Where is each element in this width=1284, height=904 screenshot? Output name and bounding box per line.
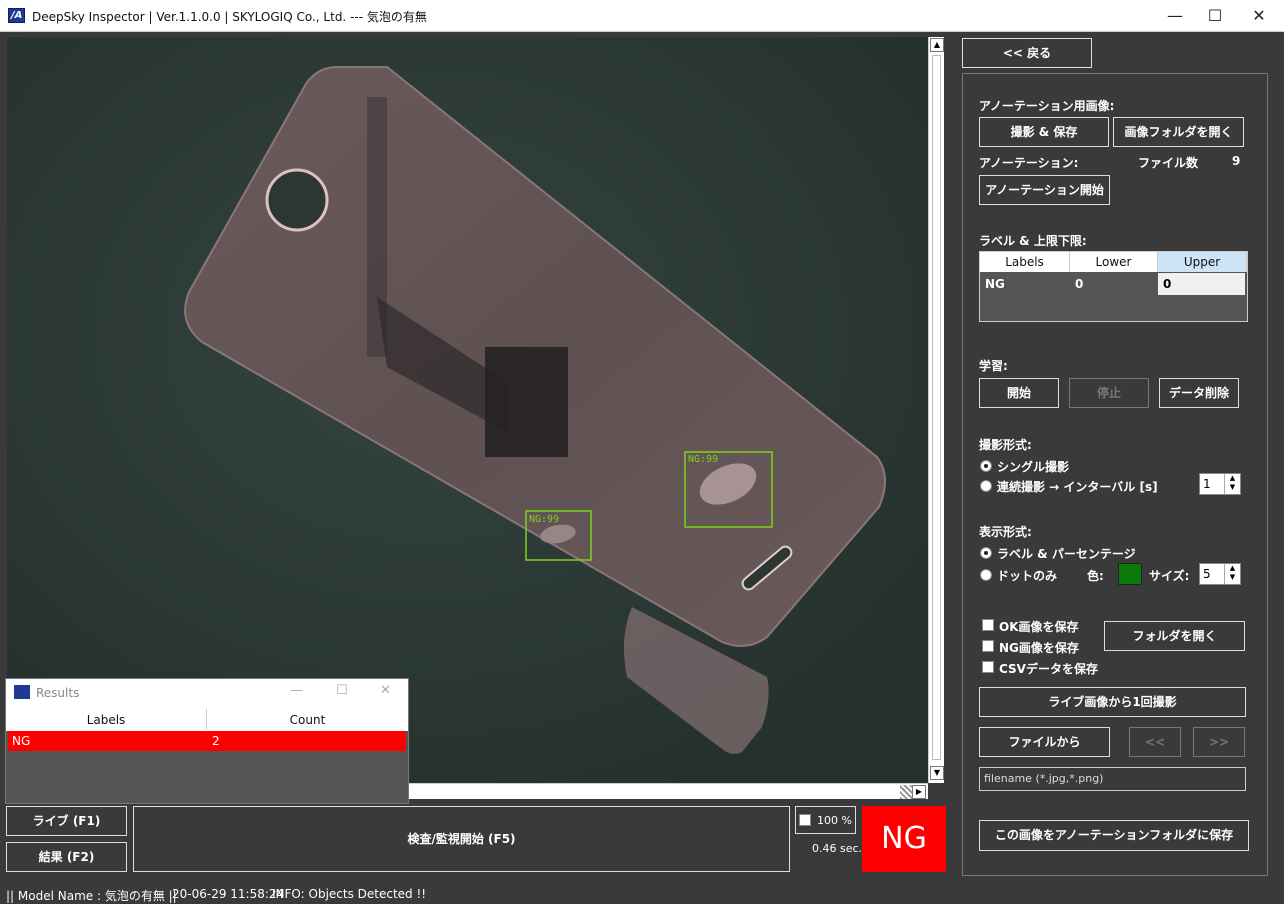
training-heading: 学習: — [979, 359, 1008, 373]
display-mode-heading: 表示形式: — [979, 525, 1032, 539]
live-button[interactable]: ライブ (F1) — [6, 806, 127, 836]
app-logo-icon — [14, 685, 30, 699]
inspection-image: NG:99 NG:99 — [7, 37, 928, 783]
annotation-heading: アノーテーション: — [979, 156, 1079, 170]
capture-save-button[interactable]: 撮影 & 保存 — [979, 117, 1109, 147]
from-file-button[interactable]: ファイルから — [979, 727, 1110, 757]
column-header-count: Count — [289, 713, 326, 727]
grid-header-lower: Lower — [1070, 252, 1158, 272]
status-info: INFO: Objects Detected !! — [272, 887, 427, 901]
save-ok-checkbox[interactable] — [982, 619, 994, 631]
row-count: 2 — [212, 734, 220, 748]
dot-color-swatch[interactable] — [1118, 563, 1142, 585]
stepper-arrows-icon[interactable]: ▲ ▼ — [1224, 474, 1240, 494]
file-count-label: ファイル数 — [1138, 156, 1199, 170]
training-stop-button[interactable]: 停止 — [1069, 378, 1149, 408]
grid-header-upper: Upper — [1158, 252, 1247, 272]
inspection-time: 0.46 sec. — [812, 842, 863, 855]
dot-only-radio[interactable] — [980, 569, 992, 581]
camera-hole — [265, 168, 329, 232]
maximize-icon[interactable]: ☐ — [1192, 0, 1238, 32]
scroll-track[interactable] — [932, 55, 941, 760]
label-limits-heading: ラベル & 上限下限: — [979, 234, 1087, 248]
open-folder-button[interactable]: フォルダを開く — [1104, 621, 1245, 651]
status-model-name: || Model Name : 気泡の有無 || — [6, 889, 177, 903]
annotation-image-heading: アノーテーション用画像: — [979, 99, 1115, 113]
zoom-box: 100 % — [795, 806, 856, 834]
filename-field[interactable]: filename (*.jpg,*.png) — [979, 767, 1246, 791]
zoom-label: 100 % — [817, 814, 852, 827]
size-label: サイズ: — [1149, 569, 1190, 583]
status-bar: || Model Name : 気泡の有無 || 20-06-29 11:58:… — [0, 882, 1284, 904]
annotation-start-button[interactable]: アノーテーション開始 — [979, 175, 1110, 205]
verdict-indicator: NG — [862, 806, 946, 872]
interval-stepper[interactable]: 1 ▲ ▼ — [1199, 473, 1241, 495]
capture-mode-heading: 撮影形式: — [979, 438, 1032, 452]
single-capture-label: シングル撮影 — [997, 460, 1070, 474]
file-count-value: 9 — [1232, 154, 1241, 168]
image-viewer[interactable]: NG:99 NG:99 — [7, 37, 928, 783]
results-title-bar: Results — ☐ ✕ — [6, 679, 408, 707]
row-label: NG — [12, 734, 31, 748]
live-capture-button[interactable]: ライブ画像から1回撮影 — [979, 687, 1246, 717]
detection-label: NG:99 — [688, 454, 718, 465]
save-to-annotation-button[interactable]: この画像をアノーテーションフォルダに保存 — [979, 820, 1249, 851]
save-ng-label: NG画像を保存 — [999, 641, 1079, 655]
maximize-icon[interactable]: ☐ — [336, 683, 348, 698]
color-label: 色: — [1087, 569, 1104, 583]
continuous-capture-radio[interactable] — [980, 480, 992, 492]
save-ok-label: OK画像を保存 — [999, 620, 1079, 634]
label-percentage-label: ラベル & パーセンテージ — [997, 547, 1136, 561]
close-icon[interactable]: ✕ — [1236, 0, 1282, 32]
grid-header-labels: Labels — [980, 252, 1070, 272]
window-title: DeepSky Inspector | Ver.1.1.0.0 | SKYLOG… — [32, 10, 427, 24]
grid-cell-upper[interactable]: 0 — [1158, 273, 1245, 295]
single-capture-radio[interactable] — [980, 460, 992, 472]
inspect-start-button[interactable]: 検査/監視開始 (F5) — [133, 806, 790, 872]
prev-image-button[interactable]: << — [1129, 727, 1181, 757]
label-percentage-radio[interactable] — [980, 547, 992, 559]
size-stepper[interactable]: 5 ▲ ▼ — [1199, 563, 1241, 585]
title-bar: /A DeepSky Inspector | Ver.1.1.0.0 | SKY… — [0, 0, 1284, 32]
status-timestamp: 20-06-29 11:58:24 — [172, 887, 285, 901]
back-button[interactable]: << 戻る — [962, 38, 1092, 68]
dot-only-label: ドットのみ — [997, 569, 1058, 583]
scroll-up-icon[interactable]: ▲ — [930, 38, 944, 52]
continuous-capture-label: 連続撮影 → インターバル [s] — [997, 480, 1158, 494]
training-start-button[interactable]: 開始 — [979, 378, 1059, 408]
grid-cell-lower[interactable]: 0 — [1070, 273, 1158, 295]
next-image-button[interactable]: >> — [1193, 727, 1245, 757]
stepper-arrows-icon[interactable]: ▲ ▼ — [1224, 564, 1240, 584]
column-header-labels: Labels — [86, 713, 126, 727]
delete-data-button[interactable]: データ削除 — [1159, 378, 1239, 408]
results-header: Labels Count — [6, 707, 408, 731]
close-icon[interactable]: ✕ — [380, 683, 391, 698]
vertical-scrollbar[interactable]: ▲ ▼ — [928, 37, 944, 783]
scroll-right-icon[interactable]: ▶ — [912, 785, 926, 799]
save-csv-label: CSVデータを保存 — [999, 662, 1098, 676]
scroll-down-icon[interactable]: ▼ — [930, 766, 944, 780]
open-image-folder-button[interactable]: 画像フォルダを開く — [1113, 117, 1244, 147]
save-ng-checkbox[interactable] — [982, 640, 994, 652]
table-row[interactable]: NG 2 — [8, 731, 406, 751]
save-csv-checkbox[interactable] — [982, 661, 994, 673]
results-title: Results — [36, 686, 80, 700]
size-value: 5 — [1203, 567, 1211, 581]
app-logo-icon: /A — [8, 8, 25, 23]
zoom-checkbox[interactable] — [799, 814, 811, 826]
results-button[interactable]: 結果 (F2) — [6, 842, 127, 872]
results-window: Results — ☐ ✕ Labels Count NG 2 — [5, 678, 409, 804]
label-limits-grid[interactable]: Labels Lower Upper NG 0 0 — [979, 251, 1248, 322]
grid-cell-label[interactable]: NG — [980, 273, 1070, 295]
minimize-icon[interactable]: — — [290, 683, 303, 698]
interval-value: 1 — [1203, 477, 1211, 491]
detection-label: NG:99 — [529, 514, 559, 525]
